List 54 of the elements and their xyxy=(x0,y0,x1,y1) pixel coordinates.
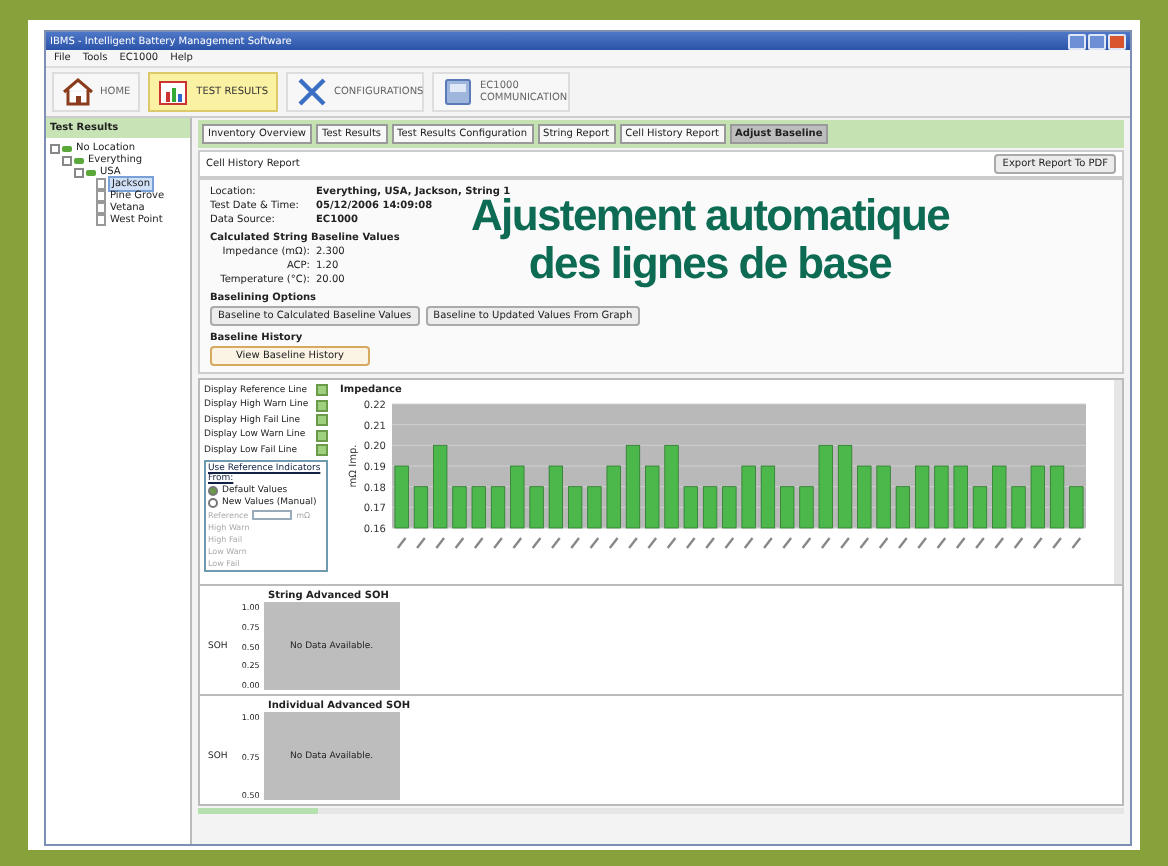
checkbox[interactable] xyxy=(316,384,328,397)
minimize-button[interactable] xyxy=(1068,33,1086,49)
bar xyxy=(568,486,583,529)
checkbox[interactable] xyxy=(316,429,328,442)
bar xyxy=(1049,465,1065,529)
checkbox[interactable] xyxy=(316,399,328,412)
maximize-button[interactable] xyxy=(1088,33,1106,49)
bar xyxy=(645,465,660,529)
bar xyxy=(1069,486,1084,529)
bar xyxy=(433,444,448,529)
checkbox[interactable] xyxy=(316,444,328,457)
bar xyxy=(664,444,679,529)
caption-text: des lignes de base xyxy=(528,240,892,288)
bar-chart-icon xyxy=(158,76,191,108)
bar xyxy=(857,465,872,529)
tools-icon xyxy=(296,76,328,108)
close-button[interactable] xyxy=(1108,33,1126,49)
bar xyxy=(471,486,486,529)
bar xyxy=(741,465,756,529)
number-field[interactable] xyxy=(252,509,293,519)
bar xyxy=(1030,465,1045,529)
scroll-bar[interactable] xyxy=(198,808,1124,814)
radio-button[interactable] xyxy=(208,497,218,507)
bar xyxy=(799,486,814,529)
bar xyxy=(702,486,718,529)
bar xyxy=(760,465,776,529)
bar xyxy=(876,465,891,529)
bar xyxy=(992,465,1007,529)
radio-button[interactable] xyxy=(208,485,218,495)
bar xyxy=(529,486,544,529)
house-icon xyxy=(62,76,94,108)
bar xyxy=(780,486,795,529)
bar xyxy=(895,486,910,529)
bar xyxy=(837,444,853,529)
bar xyxy=(818,444,833,529)
bar xyxy=(683,486,698,529)
bar xyxy=(722,486,737,529)
bar xyxy=(972,486,988,529)
bar xyxy=(452,486,467,529)
bar xyxy=(490,486,506,529)
bar xyxy=(548,465,563,529)
bar xyxy=(934,465,949,529)
device-icon xyxy=(442,76,474,108)
bar xyxy=(394,465,409,529)
bar xyxy=(413,486,429,529)
bar xyxy=(1011,486,1026,529)
bar xyxy=(625,444,641,529)
bar xyxy=(606,465,621,529)
bar xyxy=(510,465,525,529)
bar xyxy=(915,465,930,529)
bar xyxy=(587,486,602,529)
scroll-bar[interactable] xyxy=(1114,380,1122,584)
checkbox[interactable] xyxy=(316,414,328,427)
bar xyxy=(953,465,968,529)
